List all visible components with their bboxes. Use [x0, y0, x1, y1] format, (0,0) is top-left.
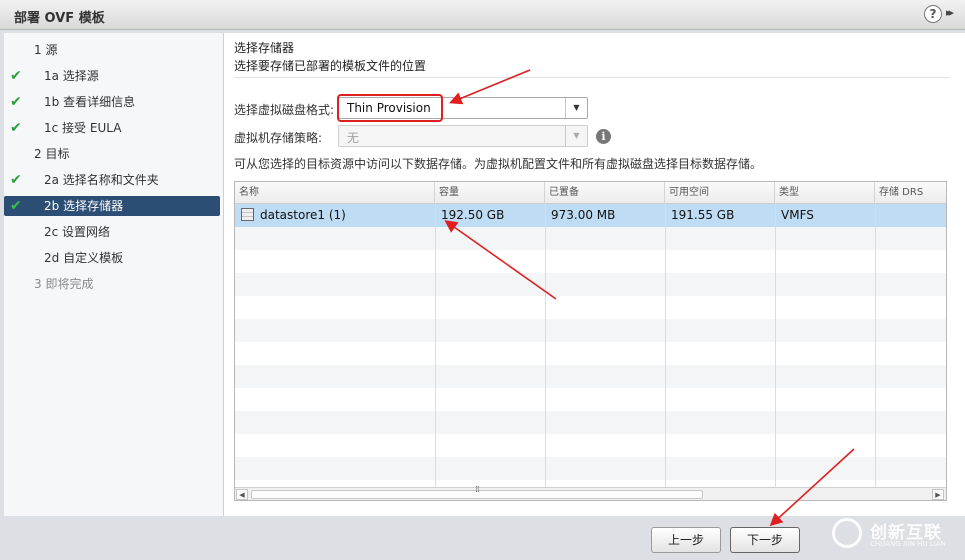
column-divider: [545, 204, 546, 487]
step-2d-customize-template[interactable]: 2d 自定义模板: [4, 248, 224, 268]
column-header-free-space[interactable]: 可用空间: [665, 182, 775, 204]
back-button[interactable]: 上一步: [651, 527, 721, 553]
empty-row: [235, 411, 946, 434]
wizard-steps-sidebar: 1 源 ✔ 1a 选择源 ✔ 1b 查看详细信息 ✔ 1c 接受 EULA 2 …: [4, 33, 224, 516]
disk-format-label: 选择虚拟磁盘格式:: [234, 103, 335, 117]
datastore-icon: [241, 208, 254, 221]
info-icon[interactable]: i: [596, 129, 611, 144]
cell-type: VMFS: [781, 208, 814, 222]
storage-policy-label: 虚拟机存储策略:: [234, 131, 323, 145]
section-description: 选择要存储已部署的模板文件的位置: [234, 59, 427, 73]
scroll-right-icon[interactable]: ▶: [932, 489, 944, 500]
step-label: 2a 选择名称和文件夹: [44, 173, 159, 187]
empty-row: [235, 457, 946, 480]
horizontal-scrollbar[interactable]: ◀ ⁞⁞ ▶: [235, 485, 946, 500]
step-label: 2 目标: [34, 147, 70, 161]
step-label: 1a 选择源: [44, 69, 99, 83]
datastore-hint: 可从您选择的目标资源中访问以下数据存储。为虚拟机配置文件和所有虚拟磁盘选择目标数…: [234, 157, 763, 171]
column-header-provisioned[interactable]: 已置备: [545, 182, 665, 204]
step-1-source[interactable]: 1 源: [4, 40, 224, 60]
storage-policy-value: 无: [347, 131, 360, 145]
empty-row: [235, 273, 946, 296]
column-header-type[interactable]: 类型: [775, 182, 875, 204]
cell-free-space: 191.55 GB: [671, 208, 735, 222]
section-divider: [234, 77, 950, 78]
step-label: 1 源: [34, 43, 58, 57]
step-1a-select-source[interactable]: ✔ 1a 选择源: [4, 66, 224, 86]
column-header-capacity[interactable]: 容量: [435, 182, 545, 204]
empty-row: [235, 365, 946, 388]
brand-logo-icon: [832, 518, 862, 548]
datastore-name: datastore1 (1): [260, 208, 346, 222]
window-titlebar: 部署 OVF 模板 ? ▸▸: [0, 0, 965, 30]
step-2-destination[interactable]: 2 目标: [4, 144, 224, 164]
help-icon[interactable]: ?: [924, 5, 942, 23]
empty-row: [235, 319, 946, 342]
annotation-highlight-box: [337, 94, 443, 122]
check-icon: ✔: [10, 94, 22, 110]
section-title: 选择存储器: [234, 41, 295, 55]
step-label: 2c 设置网络: [44, 225, 111, 239]
next-button[interactable]: 下一步: [730, 527, 800, 553]
chevron-down-icon[interactable]: ▼: [565, 98, 587, 118]
column-header-storage-drs[interactable]: 存储 DRS: [875, 182, 946, 204]
watermark-subtext: CHUANG XIN HU LIAN: [870, 540, 946, 548]
check-icon: ✔: [10, 68, 22, 84]
column-divider: [775, 204, 776, 487]
step-1c-accept-eula[interactable]: ✔ 1c 接受 EULA: [4, 118, 224, 138]
chevron-down-icon: ▼: [565, 126, 587, 146]
column-divider: [435, 204, 436, 487]
cell-name: datastore1 (1): [235, 204, 346, 227]
check-icon: ✔: [10, 172, 22, 188]
column-divider: [665, 204, 666, 487]
scroll-left-icon[interactable]: ◀: [236, 489, 248, 500]
step-label: 2d 自定义模板: [44, 251, 124, 265]
main-content: 选择存储器 选择要存储已部署的模板文件的位置 选择虚拟磁盘格式: Thin Pr…: [224, 33, 965, 516]
cell-capacity: 192.50 GB: [441, 208, 505, 222]
column-divider: [875, 204, 876, 487]
scrollbar-grip-icon: ⁞⁞: [475, 485, 480, 495]
storage-policy-select: 无 ▼: [338, 125, 588, 147]
step-label: 1b 查看详细信息: [44, 95, 136, 109]
step-3-ready-to-complete: 3 即将完成: [4, 274, 224, 294]
step-label: 2b 选择存储器: [44, 199, 124, 213]
watermark-logo: 创新互联 CHUANG XIN HU LIAN: [828, 514, 965, 560]
expand-icon[interactable]: ▸▸: [946, 6, 954, 19]
column-header-name[interactable]: 名称: [235, 182, 435, 204]
table-header: 名称 容量 已置备 可用空间 类型 存储 DRS: [235, 182, 946, 204]
step-2b-select-storage[interactable]: ✔ 2b 选择存储器: [4, 196, 220, 216]
step-label: 3 即将完成: [34, 277, 94, 291]
empty-row: [235, 227, 946, 250]
window-title: 部署 OVF 模板: [14, 11, 105, 26]
check-icon: ✔: [10, 120, 22, 136]
step-2c-setup-networks[interactable]: 2c 设置网络: [4, 222, 224, 242]
wizard-footer: 上一步 下一步: [0, 516, 965, 560]
table-row[interactable]: datastore1 (1) 192.50 GB 973.00 MB 191.5…: [235, 204, 946, 227]
check-icon: ✔: [10, 198, 22, 214]
step-1b-review-details[interactable]: ✔ 1b 查看详细信息: [4, 92, 224, 112]
cell-provisioned: 973.00 MB: [551, 208, 616, 222]
step-label: 1c 接受 EULA: [44, 121, 122, 135]
step-2a-name-folder[interactable]: ✔ 2a 选择名称和文件夹: [4, 170, 224, 190]
datastore-table: 名称 容量 已置备 可用空间 类型 存储 DRS datastore1 (1) …: [234, 181, 947, 501]
